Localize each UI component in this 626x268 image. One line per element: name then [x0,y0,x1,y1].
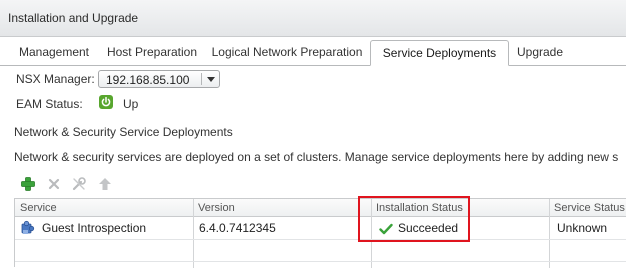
select-divider [201,73,202,85]
puzzle-icon [20,220,36,236]
tools-icon[interactable] [71,176,87,192]
tab-service-deployments[interactable]: Service Deployments [370,40,509,66]
tab-upgrade[interactable]: Upgrade [514,41,566,65]
service-version: 6.4.0.7412345 [199,221,276,235]
add-icon[interactable] [20,176,36,192]
eam-status-value: Up [123,97,139,111]
table-row [15,240,626,262]
eam-status-label: EAM Status: [16,97,83,111]
service-name: Guest Introspection [42,221,147,235]
nsx-manager-select[interactable]: 192.168.85.100 [98,70,220,88]
remove-icon[interactable] [46,176,62,192]
power-icon [99,95,113,109]
tab-label: Service Deployments [382,46,497,60]
tab-management[interactable]: Management [12,41,96,65]
tab-logical-network-preparation[interactable]: Logical Network Preparation [207,41,367,65]
tab-label: Host Preparation [106,45,198,59]
tab-strip: Management Host Preparation Logical Netw… [0,37,626,66]
tab-label: Logical Network Preparation [211,45,363,59]
tab-label: Management [18,45,90,59]
table-row[interactable]: Guest Introspection 6.4.0.7412345 Succee… [15,217,626,240]
tab-label: Upgrade [516,45,564,59]
column-header-version[interactable]: Version [198,202,235,214]
nsx-manager-value: 192.168.85.100 [106,73,190,87]
highlight-annotation [358,196,470,242]
service-deployments-table: Service Version Installation Status Serv… [14,198,626,268]
upgrade-icon[interactable] [97,176,113,192]
column-header-service-status[interactable]: Service Status [554,202,625,214]
panel-header: Installation and Upgrade [0,0,626,37]
section-description: Network & security services are deployed… [14,150,619,164]
table-header: Service Version Installation Status Serv… [15,199,626,217]
column-header-service[interactable]: Service [20,202,57,214]
chevron-down-icon[interactable] [207,77,215,82]
tab-host-preparation[interactable]: Host Preparation [100,41,204,65]
service-status: Unknown [557,221,608,235]
nsx-manager-label: NSX Manager: [16,72,95,86]
panel-title: Installation and Upgrade [8,11,139,25]
section-title: Network & Security Service Deployments [14,125,233,139]
